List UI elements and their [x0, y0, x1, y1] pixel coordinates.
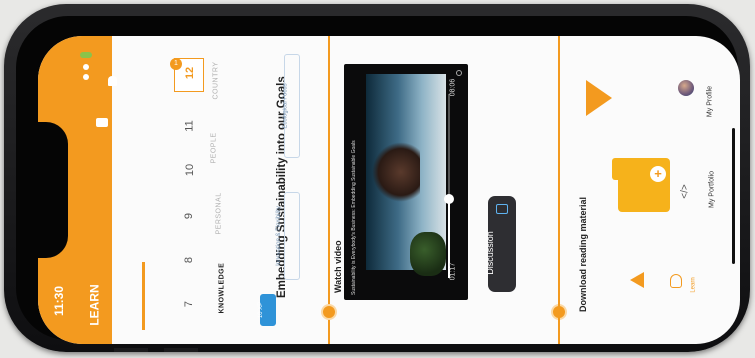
notch	[38, 122, 68, 258]
tab-country[interactable]: COUNTRY	[213, 56, 220, 100]
chat-icon	[496, 204, 508, 214]
tab-people[interactable]: PEOPLE	[211, 124, 218, 163]
tag-innovation: Innovation & Flexibility	[276, 192, 300, 280]
tab-personal[interactable]: PERSONAL	[216, 185, 223, 234]
video-duration: 08:06	[449, 78, 457, 97]
phone-frame: 11:30 LEARN KNOWLEDGE PERSONAL PEOPLE CO…	[4, 4, 750, 352]
code-icon[interactable]: </>	[680, 184, 691, 198]
tag-innovation-label: Innovation & Flexibility	[275, 206, 282, 266]
page-title: LEARN	[87, 284, 102, 326]
status-time: 11:30	[52, 285, 67, 317]
day-7[interactable]: 7	[183, 301, 195, 307]
tab-knowledge[interactable]: KNOWLEDGE	[219, 254, 226, 314]
day-8[interactable]: 8	[183, 257, 195, 263]
day-11[interactable]: 11	[184, 120, 196, 131]
bulb-icon[interactable]	[670, 274, 682, 288]
tab-bar: KNOWLEDGE PERSONAL PEOPLE COUNTRY	[112, 36, 226, 344]
day-9[interactable]: 9	[183, 213, 195, 219]
next-arrow-icon[interactable]	[586, 80, 612, 116]
prev-arrow-icon[interactable]	[630, 272, 644, 288]
video-seek-thumb[interactable]	[444, 194, 454, 204]
video-player[interactable]: Sustainability is Everybody's Business: …	[344, 64, 468, 300]
header-icons	[78, 50, 117, 110]
timeline-node-video	[321, 304, 337, 320]
video-elapsed: 01:17	[449, 262, 457, 281]
active-tab-indicator	[142, 262, 145, 330]
reading-heading: Download reading material	[578, 196, 588, 312]
nav-portfolio-label[interactable]: My Portfolio	[709, 150, 716, 230]
signal-icon	[83, 74, 89, 80]
watch-video-heading: Watch video	[333, 240, 343, 293]
volume-button-2	[164, 348, 198, 352]
battery-icon	[80, 52, 92, 58]
volume-button	[114, 348, 148, 352]
fullscreen-icon[interactable]	[456, 70, 462, 76]
tag-xp: 10 XP	[258, 294, 276, 326]
video-plant	[410, 232, 446, 276]
discussion-button[interactable]: Discussion	[484, 196, 516, 292]
timeline-line	[328, 36, 330, 344]
camera-icon[interactable]	[96, 118, 108, 127]
tag-xp-label: 10 XP	[258, 301, 265, 319]
day-12-label: 12	[184, 66, 197, 80]
folder-icon[interactable]	[618, 158, 670, 212]
video-presenter	[372, 142, 420, 202]
avatar[interactable]	[678, 80, 694, 96]
home-indicator	[732, 128, 735, 264]
tag-ecological: Ecological Focus	[282, 54, 300, 158]
nav-learn-label[interactable]: Learn	[691, 277, 697, 292]
tag-ecological-label: Ecological Focus	[282, 83, 289, 129]
day-10[interactable]: 10	[184, 164, 196, 176]
video-caption: Sustainability is Everybody's Business: …	[351, 140, 357, 295]
bezel: 11:30 LEARN KNOWLEDGE PERSONAL PEOPLE CO…	[16, 16, 740, 344]
timeline-line-2	[558, 36, 560, 344]
add-icon[interactable]: +	[650, 166, 666, 182]
wifi-icon	[83, 64, 89, 70]
discussion-label: Discussion	[484, 231, 495, 275]
app-screen: 11:30 LEARN KNOWLEDGE PERSONAL PEOPLE CO…	[38, 36, 740, 344]
nav-profile-label[interactable]: My Profile	[707, 72, 714, 132]
day-badge: 1	[170, 58, 182, 70]
